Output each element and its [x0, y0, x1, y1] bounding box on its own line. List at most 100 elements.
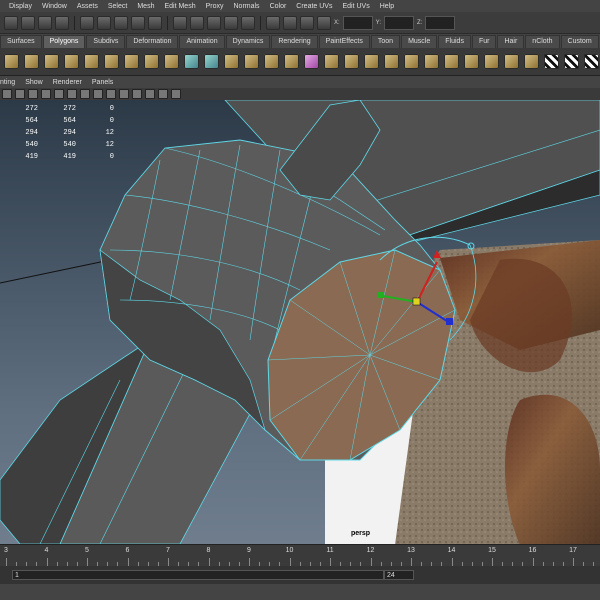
wireframe-icon[interactable]: [54, 89, 64, 99]
tool-settings-icon[interactable]: [300, 15, 314, 30]
shelf-tab-fur[interactable]: Fur: [471, 35, 497, 48]
light-icon[interactable]: [106, 89, 116, 99]
menu-display[interactable]: Display: [4, 3, 37, 10]
construction-icon[interactable]: [190, 15, 204, 30]
insert-loop-icon[interactable]: [404, 54, 419, 69]
xray-icon[interactable]: [132, 89, 142, 99]
menu-mesh[interactable]: Mesh: [132, 3, 159, 10]
mask-icon[interactable]: [80, 15, 94, 30]
extract-icon[interactable]: [224, 54, 239, 69]
input-line-icon[interactable]: [266, 15, 280, 30]
separate-icon[interactable]: [204, 54, 219, 69]
attribute-editor-icon[interactable]: [283, 15, 297, 30]
menu-proxy[interactable]: Proxy: [201, 3, 229, 10]
mirror-icon[interactable]: [284, 54, 299, 69]
smooth-shade-icon[interactable]: [67, 89, 77, 99]
image-plane-icon[interactable]: [28, 89, 38, 99]
collapse-icon[interactable]: [484, 54, 499, 69]
channel-box-icon[interactable]: [317, 15, 331, 30]
snap-curve-icon[interactable]: [114, 15, 128, 30]
shelf-tab-hair[interactable]: Hair: [497, 35, 525, 48]
shelf-tab-polygons[interactable]: Polygons: [42, 35, 86, 48]
shadow-icon[interactable]: [119, 89, 129, 99]
shelf-tab-subdivs[interactable]: Subdivs: [86, 35, 126, 48]
snap-plane-icon[interactable]: [148, 15, 162, 30]
select-mode-icon[interactable]: [4, 15, 18, 30]
shelf-tab-fluids[interactable]: Fluids: [438, 35, 471, 48]
ipr-icon[interactable]: [224, 15, 238, 30]
grid-icon[interactable]: [41, 89, 51, 99]
snap-point-icon[interactable]: [131, 15, 145, 30]
pyramid-icon[interactable]: [144, 54, 159, 69]
time-slider[interactable]: 3 4 5 6 7 8 9 10 11 12 13 14 15 16 17: [0, 544, 600, 566]
shelf-tab-toon[interactable]: Toon: [370, 35, 401, 48]
panel-menu-panels[interactable]: Panels: [92, 79, 113, 86]
plane-icon[interactable]: [84, 54, 99, 69]
range-end-field[interactable]: 24: [384, 570, 414, 580]
menu-assets[interactable]: Assets: [72, 3, 103, 10]
shelf-tab-surfaces[interactable]: Surfaces: [0, 35, 42, 48]
extrude-icon[interactable]: [364, 54, 379, 69]
shelf-tab-deformation[interactable]: Deformation: [126, 35, 179, 48]
command-line[interactable]: [0, 584, 600, 600]
bridge-icon[interactable]: [384, 54, 399, 69]
offset-loop-icon[interactable]: [424, 54, 439, 69]
shelf-tab-custom[interactable]: Custom: [560, 35, 599, 48]
render-settings-icon[interactable]: [241, 15, 255, 30]
component-mode-icon[interactable]: [55, 15, 69, 30]
textured-icon[interactable]: [93, 89, 103, 99]
hierarchy-icon[interactable]: [21, 15, 35, 30]
pipe-icon[interactable]: [164, 54, 179, 69]
x-field[interactable]: [342, 15, 373, 30]
menu-create-uvs[interactable]: Create UVs: [291, 3, 337, 10]
shelf-tab-animation[interactable]: Animation: [179, 35, 225, 48]
menu-edit-uvs[interactable]: Edit UVs: [337, 3, 374, 10]
isolate-icon[interactable]: [145, 89, 155, 99]
snap-grid-icon[interactable]: [97, 15, 111, 30]
split-icon[interactable]: [344, 54, 359, 69]
checker-icon[interactable]: [564, 54, 579, 69]
history-icon[interactable]: [173, 15, 187, 30]
menu-edit-mesh[interactable]: Edit Mesh: [159, 3, 200, 10]
merge-icon[interactable]: [464, 54, 479, 69]
shelf-tab-ncloth[interactable]: nCloth: [525, 35, 560, 48]
sphere-icon[interactable]: [4, 54, 19, 69]
menu-color[interactable]: Color: [265, 3, 292, 10]
camera-icon[interactable]: [2, 89, 12, 99]
bookmark-icon[interactable]: [15, 89, 25, 99]
smooth-icon[interactable]: [244, 54, 259, 69]
uv-layout-icon[interactable]: [584, 54, 599, 69]
shelf-tab-painteffects[interactable]: PaintEffects: [318, 35, 370, 48]
cube-icon[interactable]: [24, 54, 39, 69]
combine-icon[interactable]: [184, 54, 199, 69]
menu-window[interactable]: Window: [37, 3, 72, 10]
panel-menu-renderer[interactable]: Renderer: [53, 79, 82, 86]
render-icon[interactable]: [207, 15, 221, 30]
object-mode-icon[interactable]: [38, 15, 52, 30]
panel-menu-show[interactable]: Show: [25, 79, 43, 86]
uv-planar-icon[interactable]: [504, 54, 519, 69]
boolean-icon[interactable]: [264, 54, 279, 69]
panel-menu-nting[interactable]: nting: [0, 79, 15, 86]
persp-viewport[interactable]: 272 272 0 564 564 0 294 294 12 540 540 12 419 419…: [0, 100, 600, 544]
range-start-field[interactable]: 1: [12, 570, 384, 580]
fill-hole-icon[interactable]: [304, 54, 319, 69]
append-icon[interactable]: [324, 54, 339, 69]
menu-normals[interactable]: Normals: [229, 3, 265, 10]
uv-cyl-icon[interactable]: [524, 54, 539, 69]
cylinder-icon[interactable]: [44, 54, 59, 69]
wire-on-shaded-icon[interactable]: [80, 89, 90, 99]
z-field[interactable]: [425, 15, 456, 30]
bevel-icon[interactable]: [444, 54, 459, 69]
y-field[interactable]: [384, 15, 415, 30]
expand-icon[interactable]: [171, 89, 181, 99]
menu-help[interactable]: Help: [375, 3, 399, 10]
resolution-gate-icon[interactable]: [158, 89, 168, 99]
prism-icon[interactable]: [124, 54, 139, 69]
shelf-tab-dynamics[interactable]: Dynamics: [225, 35, 271, 48]
torus-icon[interactable]: [104, 54, 119, 69]
shelf-tab-muscle[interactable]: Muscle: [401, 35, 438, 48]
cone-icon[interactable]: [64, 54, 79, 69]
shelf-tab-rendering[interactable]: Rendering: [271, 35, 318, 48]
menu-select[interactable]: Select: [103, 3, 132, 10]
